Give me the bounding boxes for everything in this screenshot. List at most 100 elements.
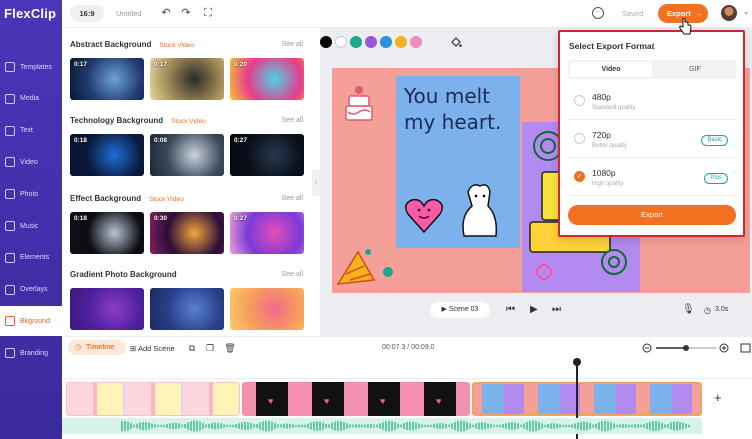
color-swatches: [320, 34, 422, 50]
sidebar-item-photo[interactable]: Photo: [0, 179, 62, 209]
section-title: Technology Background Stock Video: [70, 116, 206, 125]
sidebar-item-bkground[interactable]: Bkground: [0, 306, 62, 337]
section-title: Gradient Photo Background: [70, 270, 177, 279]
clock-icon[interactable]: ◷: [704, 306, 711, 315]
heart-dog-illustration: [405, 184, 498, 237]
see-all-link[interactable]: See all: [282, 117, 303, 124]
tab-gif[interactable]: GIF: [654, 62, 736, 77]
color-swatch[interactable]: [410, 36, 422, 48]
sidebar-item-templates[interactable]: Templates: [0, 52, 62, 82]
format-tabs: Video GIF: [568, 60, 736, 79]
templates-icon: [5, 62, 15, 72]
sidebar-item-branding[interactable]: Branding: [0, 338, 62, 368]
background-thumbnail[interactable]: 0:27: [230, 134, 304, 176]
fullscreen-icon[interactable]: ⛶: [202, 7, 214, 19]
cake-sticker: [345, 86, 373, 121]
export-option-480p[interactable]: 480p Standard quality: [568, 86, 736, 120]
timeline-tab[interactable]: ◷ Timeline: [68, 340, 126, 355]
background-thumbnail[interactable]: [230, 288, 304, 330]
text-icon: [5, 125, 15, 136]
clip-scene-1[interactable]: [66, 382, 240, 416]
sidebar-item-media[interactable]: Media: [0, 84, 62, 114]
background-thumbnail[interactable]: 0:18: [70, 134, 144, 176]
branding-icon: [5, 348, 15, 359]
background-thumbnail[interactable]: 0:27: [230, 212, 304, 254]
thumbnail-duration: 0:30: [154, 215, 168, 222]
photo-icon: [5, 189, 15, 200]
add-scene-button[interactable]: ⊞ Add Scene: [130, 344, 175, 353]
panel-collapse-handle[interactable]: ‹: [312, 170, 320, 196]
background-thumbnail[interactable]: 0:08: [150, 134, 224, 176]
nav-rail: FlexClip Templates Media Text Video Photo Mus…: [0, 0, 62, 439]
export-option-1080p[interactable]: ✓ 1080p High quality Plus: [568, 162, 736, 196]
background-thumbnail[interactable]: 0:17: [70, 58, 144, 100]
save-status: Saved: [622, 9, 644, 18]
aspect-ratio-button[interactable]: 16:9: [70, 5, 104, 22]
chat-icon[interactable]: ···: [592, 7, 604, 19]
export-option-720p[interactable]: 720p Better quality Basic: [568, 124, 736, 158]
sidebar-item-video[interactable]: Video: [0, 147, 62, 177]
party-hat-sticker: [336, 249, 376, 285]
thumbnail-duration: 0:20: [234, 61, 248, 68]
background-thumbnail[interactable]: 0:30: [150, 212, 224, 254]
quote-line-2: my heart.: [404, 110, 502, 134]
redo-icon[interactable]: ↷: [180, 7, 192, 19]
plan-badge: Plus: [704, 173, 728, 184]
background-thumbnail[interactable]: [70, 288, 144, 330]
radio-icon[interactable]: [574, 133, 585, 144]
clip-scene-2[interactable]: ♥ ♥ ♥ ♥: [242, 382, 470, 416]
color-swatch[interactable]: [395, 36, 407, 48]
sidebar-item-elements[interactable]: Elements: [0, 243, 62, 273]
color-swatch[interactable]: [320, 36, 332, 48]
audio-track[interactable]: [62, 418, 702, 434]
popover-export-button[interactable]: Export: [568, 205, 736, 225]
skip-forward-icon[interactable]: ⏭: [552, 304, 561, 315]
skip-back-icon[interactable]: ⏮: [506, 304, 515, 315]
chevron-down-icon[interactable]: ⌄: [740, 7, 752, 19]
section-title: Abstract Background Stock Video: [70, 40, 194, 49]
quote-card[interactable]: You melt my heart.: [396, 76, 520, 248]
add-clip-icon[interactable]: +: [714, 390, 722, 405]
stock-video-tag: Stock Video: [159, 42, 194, 49]
scene-duration[interactable]: 3.0s: [715, 306, 728, 313]
sidebar-item-overlays[interactable]: Overlays: [0, 275, 62, 305]
background-thumbnail[interactable]: 0:17: [150, 58, 224, 100]
project-title[interactable]: Untitled: [116, 9, 141, 18]
background-thumbnail[interactable]: 0:20: [230, 58, 304, 100]
timeline-ruler: [62, 378, 752, 379]
duplicate-icon[interactable]: ❐: [204, 342, 216, 354]
undo-icon[interactable]: ↶: [160, 7, 172, 19]
play-icon[interactable]: ▶: [530, 304, 538, 315]
radio-icon[interactable]: [574, 95, 585, 106]
sidebar-item-text[interactable]: Text: [0, 116, 62, 146]
timeline-icon: ◷: [75, 344, 82, 351]
app-logo[interactable]: FlexClip: [4, 6, 56, 21]
see-all-link[interactable]: See all: [282, 41, 303, 48]
sidebar-item-music[interactable]: Music: [0, 211, 62, 241]
see-all-link[interactable]: See all: [282, 195, 303, 202]
color-swatch[interactable]: [380, 36, 392, 48]
clip-scene-3[interactable]: [472, 382, 702, 416]
tab-video[interactable]: Video: [570, 62, 652, 77]
color-swatch[interactable]: [365, 36, 377, 48]
radio-checked-icon[interactable]: ✓: [574, 171, 585, 182]
top-bar: 16:9 Untitled ↶ ↷ ⛶ ··· Saved Export → ⌄: [62, 0, 752, 28]
split-icon[interactable]: ⧉: [186, 342, 198, 354]
see-all-link[interactable]: See all: [282, 271, 303, 278]
sidebar-item-label: Photo: [20, 190, 39, 198]
avatar[interactable]: [721, 5, 737, 21]
scene-selector[interactable]: ▶ Scene 03: [430, 302, 490, 318]
svg-text:♥: ♥: [436, 396, 441, 406]
background-thumbnail[interactable]: 0:18: [70, 212, 144, 254]
quality-label: Better quality: [592, 143, 628, 149]
color-swatch[interactable]: [335, 36, 347, 48]
confetti-sticker: [383, 267, 393, 277]
delete-icon[interactable]: 🗑: [224, 342, 236, 354]
zoom-slider[interactable]: [642, 343, 752, 353]
section-title-text: Effect Background: [70, 194, 142, 203]
thumbnail-duration: 0:27: [234, 137, 248, 144]
microphone-icon[interactable]: 🎙: [682, 304, 695, 315]
paint-bucket-icon[interactable]: [450, 36, 462, 48]
background-thumbnail[interactable]: [150, 288, 224, 330]
color-swatch[interactable]: [350, 36, 362, 48]
